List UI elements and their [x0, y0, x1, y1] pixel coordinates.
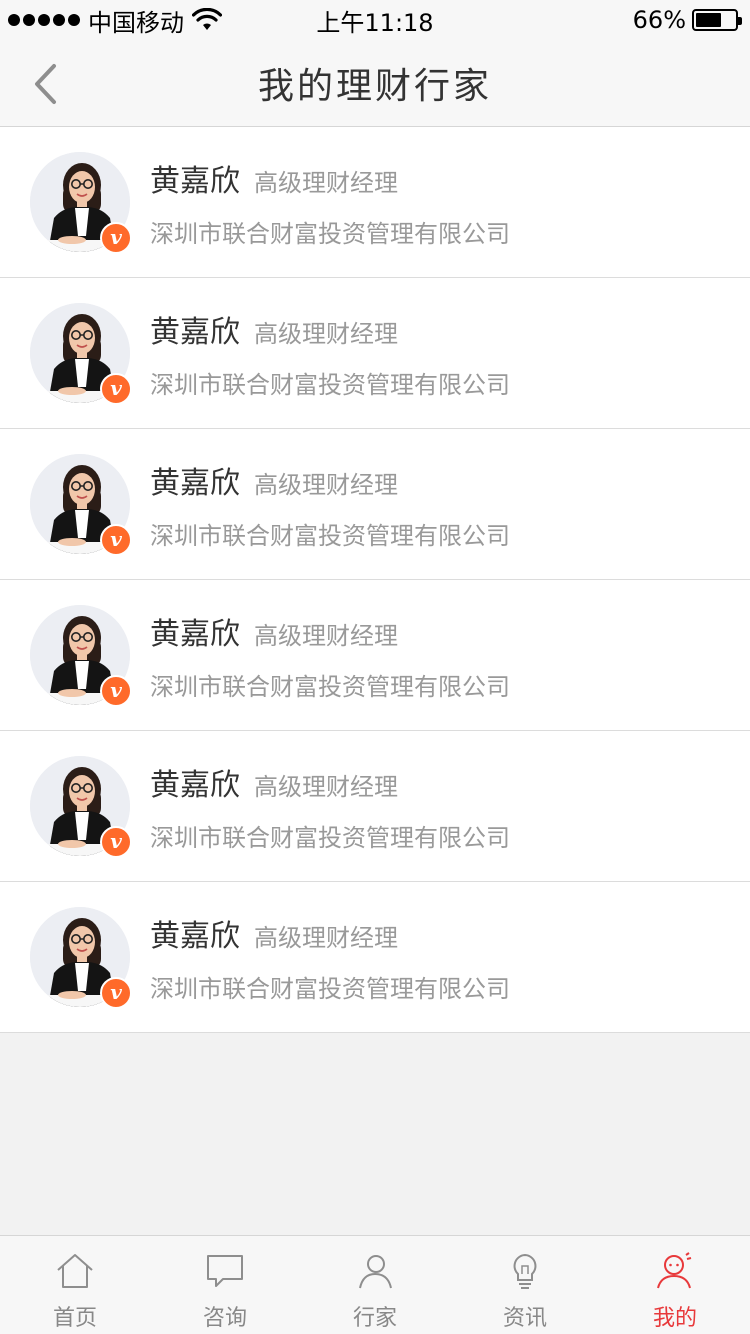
advisor-company: 深圳市联合财富投资管理有限公司	[150, 521, 510, 550]
advisor-company: 深圳市联合财富投资管理有限公司	[150, 974, 510, 1003]
advisor-name-row: 黄嘉欣 高级理财经理	[150, 156, 510, 200]
person-icon	[359, 1255, 392, 1289]
advisor-info: 黄嘉欣 高级理财经理 深圳市联合财富投资管理有限公司	[150, 307, 510, 400]
advisor-info: 黄嘉欣 高级理财经理 深圳市联合财富投资管理有限公司	[150, 609, 510, 702]
wifi-icon	[192, 8, 222, 30]
home-icon	[57, 1254, 93, 1288]
advisor-list: v 黄嘉欣 高级理财经理 深圳市联合财富投资管理有限公司 v 黄嘉欣 高级理财经…	[0, 127, 750, 1033]
tab-bar: 首页 咨询 行家 资讯 我的	[0, 1235, 750, 1334]
verified-badge-icon: v	[100, 977, 132, 1009]
lightbulb-icon	[513, 1253, 537, 1289]
carrier-label: 中国移动	[88, 8, 184, 37]
advisor-list-item[interactable]: v 黄嘉欣 高级理财经理 深圳市联合财富投资管理有限公司	[0, 731, 750, 882]
advisor-company: 深圳市联合财富投资管理有限公司	[150, 823, 510, 852]
advisor-name: 黄嘉欣	[150, 918, 240, 954]
verified-badge-icon: v	[100, 675, 132, 707]
status-bar: 中国移动 上午11:18 66%	[0, 0, 750, 40]
tab-mine[interactable]: 我的	[600, 1236, 750, 1334]
advisor-company: 深圳市联合财富投资管理有限公司	[150, 370, 510, 399]
advisor-title: 高级理财经理	[254, 772, 398, 801]
back-button[interactable]	[20, 56, 70, 112]
advisor-name: 黄嘉欣	[150, 616, 240, 652]
chat-bubble-icon	[207, 1255, 243, 1287]
avatar-container: v	[30, 152, 132, 254]
avatar-container: v	[30, 756, 132, 858]
page-title: 我的理财行家	[257, 66, 492, 107]
tab-label: 行家	[352, 1306, 397, 1331]
advisor-name-row: 黄嘉欣 高级理财经理	[150, 760, 510, 804]
battery-percent: 66%	[632, 6, 686, 34]
advisor-name: 黄嘉欣	[150, 465, 240, 501]
tab-home[interactable]: 首页	[0, 1236, 150, 1334]
advisor-title: 高级理财经理	[254, 923, 398, 952]
verified-badge-icon: v	[100, 826, 132, 858]
tab-label: 资讯	[502, 1306, 547, 1331]
advisor-name: 黄嘉欣	[150, 767, 240, 803]
battery-icon	[692, 9, 742, 31]
tab-consult[interactable]: 咨询	[150, 1236, 300, 1334]
advisor-info: 黄嘉欣 高级理财经理 深圳市联合财富投资管理有限公司	[150, 911, 510, 1004]
chevron-left-icon	[35, 64, 56, 104]
advisor-company: 深圳市联合财富投资管理有限公司	[150, 219, 510, 248]
advisor-title: 高级理财经理	[254, 319, 398, 348]
advisor-title: 高级理财经理	[254, 470, 398, 499]
status-right: 66%	[632, 6, 742, 34]
tab-label: 首页	[52, 1306, 97, 1331]
advisor-name: 黄嘉欣	[150, 163, 240, 199]
advisor-name: 黄嘉欣	[150, 314, 240, 350]
advisor-company: 深圳市联合财富投资管理有限公司	[150, 672, 510, 701]
avatar-container: v	[30, 303, 132, 405]
advisor-list-item[interactable]: v 黄嘉欣 高级理财经理 深圳市联合财富投资管理有限公司	[0, 429, 750, 580]
avatar-container: v	[30, 907, 132, 1009]
verified-badge-icon: v	[100, 222, 132, 254]
advisor-name-row: 黄嘉欣 高级理财经理	[150, 307, 510, 351]
verified-badge-icon: v	[100, 524, 132, 556]
avatar-container: v	[30, 605, 132, 707]
advisor-list-item[interactable]: v 黄嘉欣 高级理财经理 深圳市联合财富投资管理有限公司	[0, 882, 750, 1033]
advisor-list-item[interactable]: v 黄嘉欣 高级理财经理 深圳市联合财富投资管理有限公司	[0, 278, 750, 429]
avatar-container: v	[30, 454, 132, 556]
tab-label: 咨询	[202, 1306, 247, 1331]
advisor-list-item[interactable]: v 黄嘉欣 高级理财经理 深圳市联合财富投资管理有限公司	[0, 127, 750, 278]
advisor-info: 黄嘉欣 高级理财经理 深圳市联合财富投资管理有限公司	[150, 458, 510, 551]
navigation-bar: 我的理财行家	[0, 40, 750, 127]
advisor-title: 高级理财经理	[254, 621, 398, 650]
battery-fill	[696, 13, 722, 27]
advisor-list-item[interactable]: v 黄嘉欣 高级理财经理 深圳市联合财富投资管理有限公司	[0, 580, 750, 731]
user-profile-icon	[657, 1252, 692, 1289]
advisor-info: 黄嘉欣 高级理财经理 深圳市联合财富投资管理有限公司	[150, 760, 510, 853]
advisor-name-row: 黄嘉欣 高级理财经理	[150, 609, 510, 653]
tab-news[interactable]: 资讯	[450, 1236, 600, 1334]
tab-experts[interactable]: 行家	[300, 1236, 450, 1334]
tab-label: 我的	[652, 1306, 697, 1331]
advisor-name-row: 黄嘉欣 高级理财经理	[150, 458, 510, 502]
advisor-name-row: 黄嘉欣 高级理财经理	[150, 911, 510, 955]
advisor-info: 黄嘉欣 高级理财经理 深圳市联合财富投资管理有限公司	[150, 156, 510, 249]
status-left: 中国移动	[8, 3, 222, 38]
signal-strength-icon	[8, 14, 80, 26]
advisor-title: 高级理财经理	[254, 168, 398, 197]
verified-badge-icon: v	[100, 373, 132, 405]
